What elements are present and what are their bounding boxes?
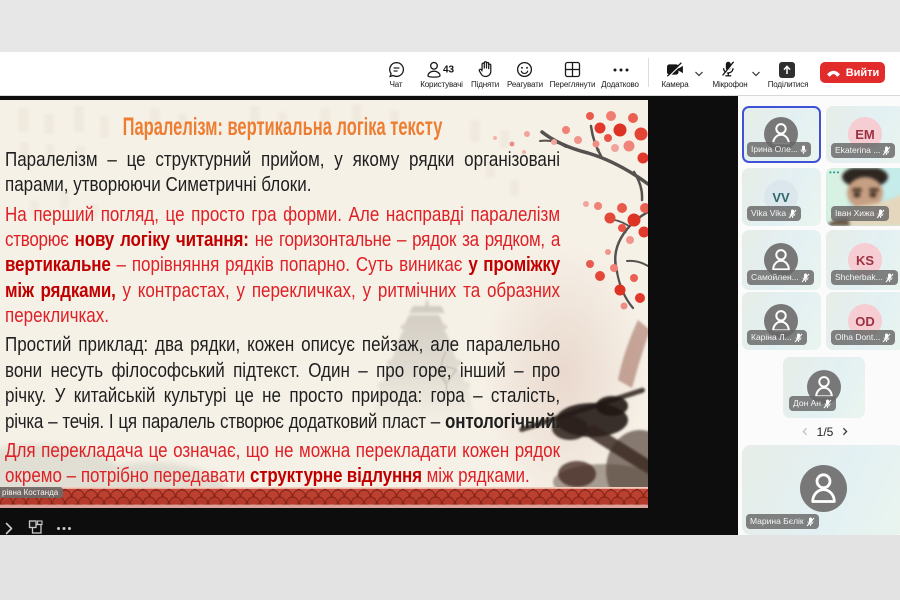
svg-text:43: 43 bbox=[443, 65, 455, 76]
